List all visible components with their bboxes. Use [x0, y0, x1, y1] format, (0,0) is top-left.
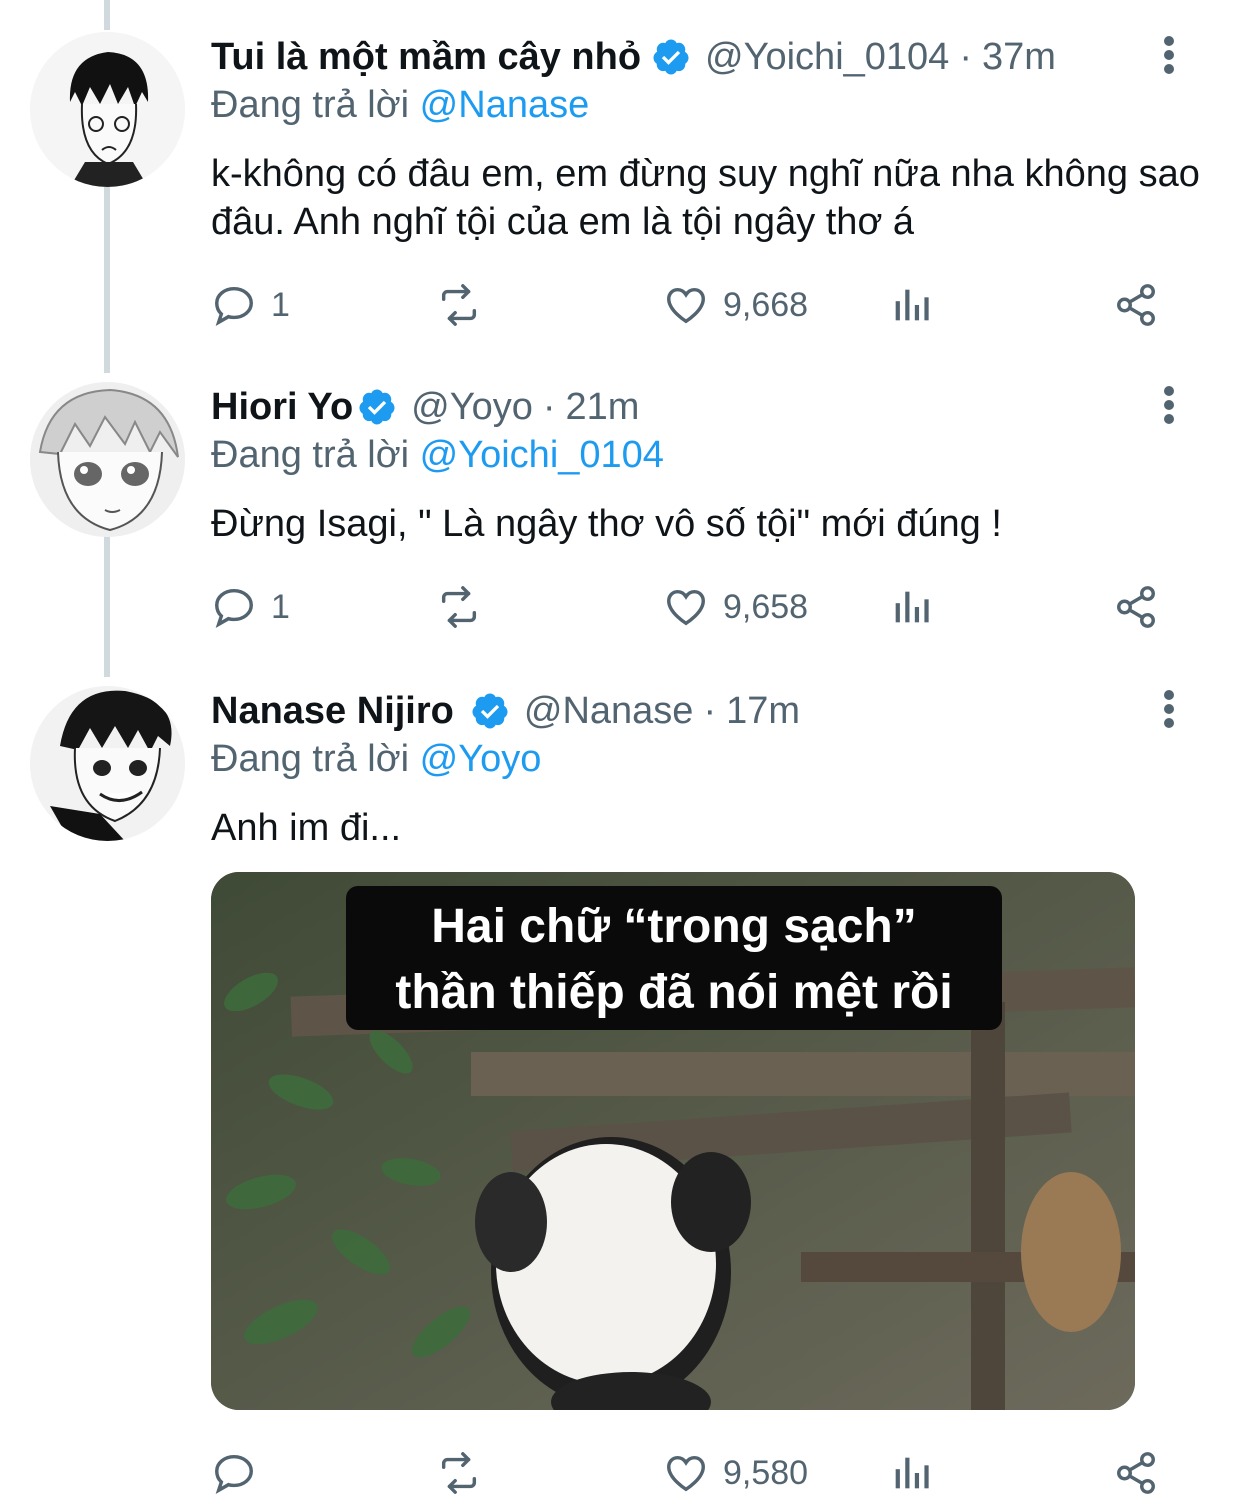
thread-line-1 — [104, 0, 110, 30]
like-button[interactable]: 9,668 — [663, 280, 808, 330]
retweet-button[interactable] — [436, 280, 482, 330]
timestamp[interactable]: 17m — [726, 690, 800, 733]
retweet-icon — [436, 584, 482, 630]
tweet-text: Đừng Isagi, " Là ngây thơ vô số tội" mới… — [211, 503, 1002, 545]
tweet-header: Tui là một mầm cây nhỏ @Yoichi_0104 · 37… — [211, 32, 1056, 82]
views-button[interactable] — [888, 1448, 934, 1498]
tweet-header: Nanase Nijiro @Nanase · 17m — [211, 686, 800, 736]
verified-badge-icon — [357, 387, 397, 427]
display-name[interactable]: Nanase Nijiro — [211, 690, 454, 733]
media-caption: Hai chữ “trong sạch” thần thiếp đã nói m… — [346, 886, 1002, 1030]
more-vertical-icon[interactable] — [1154, 688, 1184, 730]
reply-mention-link[interactable]: @Yoichi_0104 — [420, 434, 664, 476]
reply-bubble-icon — [211, 282, 257, 328]
heart-icon — [663, 584, 709, 630]
verified-badge-icon — [651, 37, 691, 77]
action-bar: 9,580 — [211, 1448, 1171, 1498]
action-bar: 1 9,658 — [211, 582, 1171, 632]
caption-line-1: Hai chữ “trong sạch” — [431, 900, 917, 953]
bar-chart-icon — [888, 282, 934, 328]
reply-button[interactable] — [211, 1448, 271, 1498]
reply-prefix: Đang trả lời — [211, 434, 410, 476]
tweet-text: Anh im đi... — [211, 807, 402, 849]
reply-prefix: Đang trả lời — [211, 84, 410, 126]
display-name[interactable]: Tui là một mầm cây nhỏ — [211, 36, 641, 79]
retweet-button[interactable] — [436, 582, 482, 632]
retweet-icon — [436, 1450, 482, 1496]
reply-context: Đang trả lời @Yoichi_0104 — [211, 434, 664, 477]
views-button[interactable] — [888, 280, 934, 330]
like-count: 9,580 — [723, 1453, 809, 1492]
share-button[interactable] — [1113, 280, 1159, 330]
verified-badge-icon — [470, 691, 510, 731]
avatar[interactable] — [30, 382, 185, 537]
share-icon — [1113, 282, 1159, 328]
retweet-button[interactable] — [436, 1448, 482, 1498]
like-count: 9,668 — [723, 285, 809, 324]
share-button[interactable] — [1113, 1448, 1159, 1498]
reply-bubble-icon — [211, 584, 257, 630]
tweet-text: k-không có đâu em, em đừng suy nghĩ nữa … — [211, 153, 1200, 243]
handle[interactable]: @Nanase — [524, 690, 694, 733]
share-button[interactable] — [1113, 582, 1159, 632]
media-image[interactable]: Hai chữ “trong sạch” thần thiếp đã nói m… — [211, 872, 1135, 1410]
separator: · — [703, 689, 717, 732]
handle[interactable]: @Yoichi_0104 — [705, 36, 949, 79]
separator: · — [542, 385, 556, 428]
avatar[interactable] — [30, 32, 185, 187]
like-button[interactable]: 9,580 — [663, 1448, 808, 1498]
tweet-3[interactable]: Nanase Nijiro @Nanase · 17m Đang trả lời… — [0, 686, 1234, 1512]
handle[interactable]: @Yoyo — [411, 386, 533, 429]
bar-chart-icon — [888, 1450, 934, 1496]
like-button[interactable]: 9,658 — [663, 582, 808, 632]
reply-mention-link[interactable]: @Nanase — [420, 84, 590, 126]
more-vertical-icon[interactable] — [1154, 384, 1184, 426]
timestamp[interactable]: 37m — [982, 36, 1056, 79]
reply-context: Đang trả lời @Nanase — [211, 84, 589, 127]
reply-button[interactable]: 1 — [211, 582, 290, 632]
views-button[interactable] — [888, 582, 934, 632]
reply-context: Đang trả lời @Yoyo — [211, 738, 541, 781]
heart-icon — [663, 1450, 709, 1496]
separator: · — [959, 35, 972, 78]
tweet-1[interactable]: Tui là một mầm cây nhỏ @Yoichi_0104 · 37… — [0, 32, 1234, 332]
display-name[interactable]: Hiori Yo — [211, 386, 353, 429]
action-bar: 1 9,668 — [211, 280, 1171, 330]
bar-chart-icon — [888, 584, 934, 630]
caption-line-2: thần thiếp đã nói mệt rồi — [395, 966, 953, 1019]
reply-count: 1 — [271, 285, 290, 324]
retweet-icon — [436, 282, 482, 328]
reply-count: 1 — [271, 587, 290, 626]
more-vertical-icon[interactable] — [1154, 34, 1184, 76]
reply-prefix: Đang trả lời — [211, 738, 410, 780]
avatar[interactable] — [30, 686, 185, 841]
reply-bubble-icon — [211, 1450, 257, 1496]
share-icon — [1113, 1450, 1159, 1496]
tweet-2[interactable]: Hiori Yo @Yoyo · 21m Đang trả lời @Yoich… — [0, 382, 1234, 642]
share-icon — [1113, 584, 1159, 630]
heart-icon — [663, 282, 709, 328]
like-count: 9,658 — [723, 587, 809, 626]
reply-mention-link[interactable]: @Yoyo — [420, 738, 542, 780]
tweet-header: Hiori Yo @Yoyo · 21m — [211, 382, 639, 432]
timestamp[interactable]: 21m — [566, 386, 640, 429]
reply-button[interactable]: 1 — [211, 280, 290, 330]
